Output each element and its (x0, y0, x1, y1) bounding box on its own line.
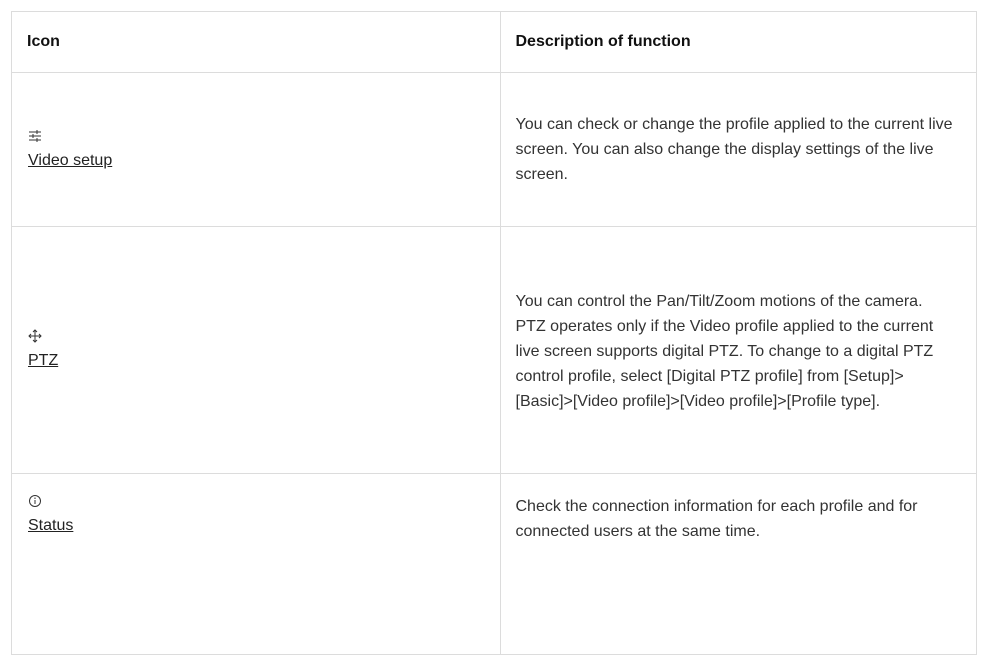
sliders-icon-graphic (29, 129, 41, 142)
table-header-row: Icon Description of function (11, 11, 977, 73)
status-description: Check the connection information for eac… (515, 498, 918, 540)
header-description: Description of function (499, 11, 977, 73)
ptz-description-line-1: You can control the Pan/Tilt/Zoom motion… (515, 292, 923, 310)
move-arrows-icon-graphic (28, 329, 42, 343)
table-row: PTZ You can control the Pan/Tilt/Zoom mo… (11, 226, 977, 474)
info-circle-icon-graphic (29, 495, 41, 507)
icon-cell: Video setup (11, 72, 501, 227)
video-setup-description: You can check or change the profile appl… (515, 116, 953, 183)
video-setup-link[interactable]: Video setup (28, 151, 112, 171)
icon-cell: Status (11, 473, 501, 655)
icon-cell: PTZ (11, 226, 501, 474)
header-icon: Icon (11, 11, 501, 73)
table-row: Video setup You can check or change the … (11, 72, 977, 227)
ptz-link[interactable]: PTZ (28, 351, 58, 371)
sliders-icon (28, 129, 500, 147)
description-cell: You can control the Pan/Tilt/Zoom motion… (499, 226, 977, 474)
function-table: Icon Description of function Video setup (11, 11, 977, 655)
description-cell: You can check or change the profile appl… (499, 72, 977, 227)
description-cell: Check the connection information for eac… (499, 473, 977, 655)
table-row: Status Check the connection information … (11, 473, 977, 655)
info-circle-icon (28, 494, 500, 512)
ptz-description-line-2: PTZ operates only if the Video profile a… (515, 317, 934, 410)
move-arrows-icon (28, 329, 500, 347)
status-link[interactable]: Status (28, 516, 73, 536)
